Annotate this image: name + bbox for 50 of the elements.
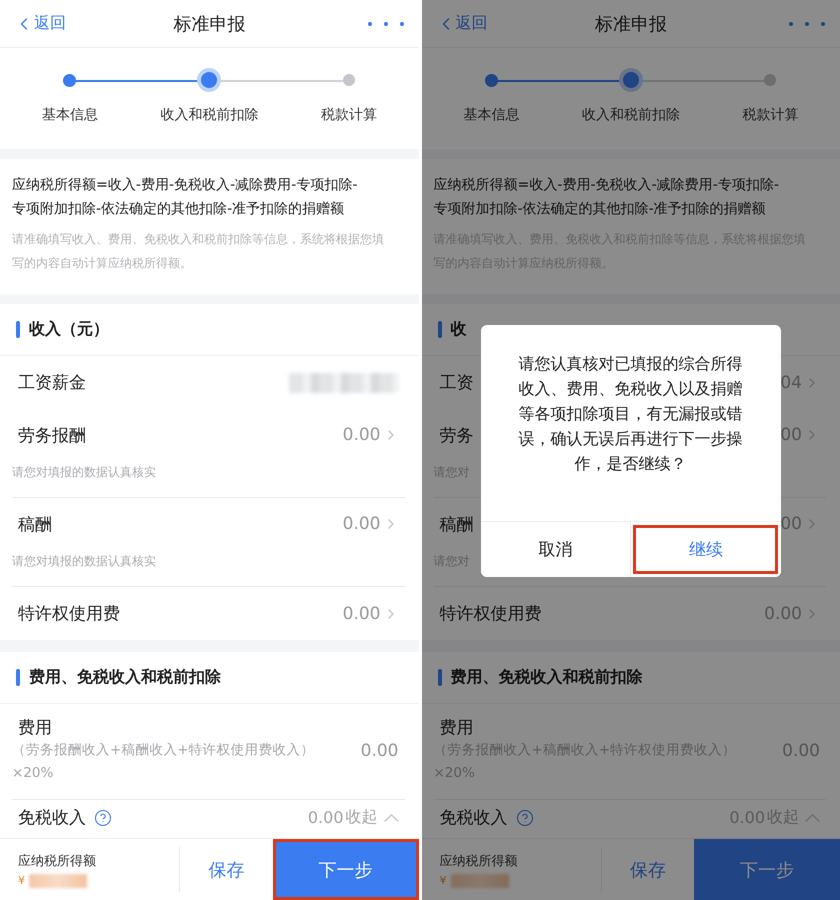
- formula-text: 应纳税所得额=收入-费用-免税收入-减除费用-专项扣除- 专项附加扣除-依法确定的其他扣除-准予扣除的捐赠额: [434, 176, 780, 219]
- item-label: 工资薪金: [18, 372, 86, 394]
- section-title: 费用、免税收入和税前扣除: [29, 667, 221, 688]
- item-label: 特许权使用费: [18, 603, 120, 625]
- item-label: 稿酬: [440, 514, 474, 536]
- item-label: 稿酬: [18, 514, 52, 536]
- item-label: 劳务报酬: [18, 424, 86, 446]
- dialog-message-line: 等各项扣除项目，有无漏报或错: [518, 403, 744, 425]
- item-value: 00: [780, 425, 802, 445]
- item-label: 免税收入: [18, 807, 86, 829]
- currency-sign: ¥: [18, 874, 25, 887]
- item-value: 0.00: [782, 740, 820, 760]
- dialog-message-line: 收入、费用、免税收入以及捐赠: [518, 378, 744, 400]
- step-label: 税款计算: [742, 106, 798, 124]
- hint-text: 请您对填报的数据认真核实: [12, 464, 156, 481]
- currency-sign: ¥: [440, 874, 446, 887]
- step-label: 税款计算: [320, 106, 377, 124]
- item-label: 特许权使用费: [440, 603, 542, 625]
- item-value: 04: [780, 372, 802, 392]
- hint-text: 请您对填报的数据认真核实: [12, 553, 156, 570]
- item-label: 费用: [440, 717, 474, 739]
- item-value: 0.00: [342, 604, 380, 624]
- note-text: 写的内容自动计算应纳税所得额。: [12, 255, 193, 272]
- item-value: 0.00: [342, 514, 380, 534]
- item-value: 0.00: [308, 808, 344, 827]
- item-label: 免税收入: [440, 807, 508, 829]
- note-text: 请准确填写收入、费用、免税收入和税前扣除等信息，系统将根据您填: [12, 231, 385, 248]
- section-title: 费用、免税收入和税前扣除: [450, 667, 642, 688]
- step-label: 收入和税前扣除: [582, 106, 680, 124]
- step-label: 基本信息: [463, 106, 520, 124]
- fee-formula: （劳务报酬收入+稿酬收入+特许权使用费收入） ×20%: [12, 741, 315, 783]
- step-label: 基本信息: [42, 106, 98, 124]
- item-value: 00: [780, 514, 802, 534]
- item-label: 劳务: [440, 424, 474, 446]
- item-value: 0.00: [764, 604, 802, 624]
- item-value: 0.00: [360, 740, 398, 760]
- footer-label: 应纳税所得额: [440, 852, 518, 870]
- item-label: 费用: [18, 717, 53, 739]
- item-value: 0.00: [342, 425, 380, 445]
- section-title: 收入（元）: [29, 319, 109, 340]
- footer-label: 应纳税所得额: [18, 852, 97, 870]
- dialog-message-line: 请您认真核对已填报的综合所得: [518, 353, 744, 375]
- step-label: 收入和税前扣除: [160, 106, 258, 124]
- formula-text: 应纳税所得额=收入-费用-免税收入-减除费用-专项扣除- 专项附加扣除-依法确定的其他扣除-准予扣除的捐赠额: [12, 176, 358, 219]
- dialog-message-line: 误，确认无误后再进行下一步操: [518, 428, 744, 450]
- section-title: 收: [450, 319, 466, 340]
- page-title: 标准申报: [173, 12, 246, 36]
- dialog-message-line: 作，是否继续？: [574, 453, 688, 475]
- page-title: 标准申报: [594, 12, 667, 36]
- item-label: 工资: [440, 372, 474, 394]
